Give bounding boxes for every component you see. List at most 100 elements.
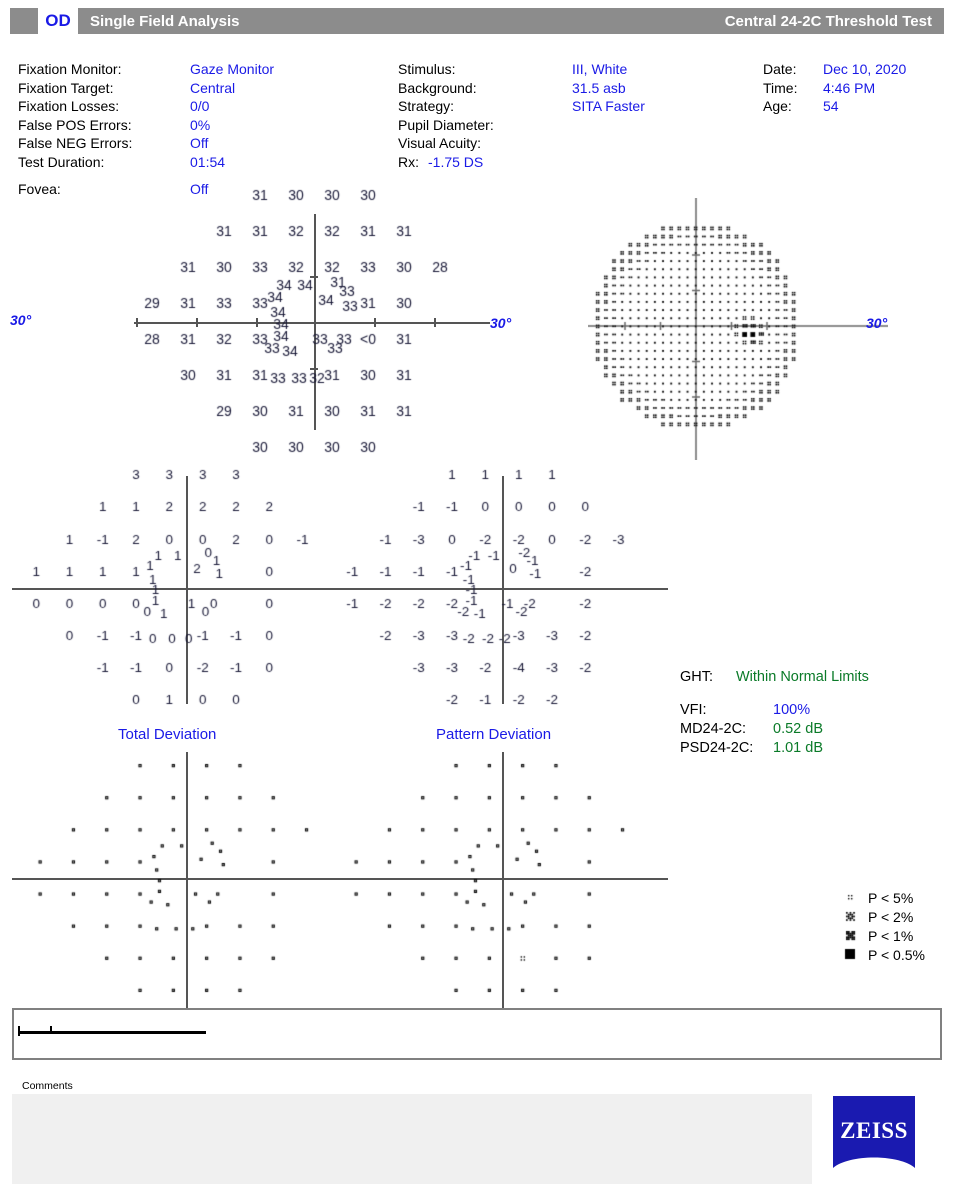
param-value: 01:54 [190,153,226,170]
gaze-trace-line [20,1031,206,1034]
legend-row: P < 5% [840,888,954,907]
param-label: Fixation Target: [18,79,114,96]
param-value: 31.5 asb [572,79,626,96]
total-deviation-title: Total Deviation [118,726,217,743]
legend-label: P < 2% [868,908,914,925]
psd-row: PSD24-2C: 1.01 dB [680,739,950,758]
param-label: Test Duration: [18,153,105,170]
pattern-deviation-values-layer [334,456,674,718]
vfi-label: VFI: [680,702,707,718]
param-value: Dec 10, 2020 [823,61,907,77]
param-value: SITA Faster [572,98,645,114]
param-row: Fixation Losses: 0/0 [18,97,398,116]
param-value: 0/0 [190,98,210,114]
psd-value: 1.01 dB [773,740,823,756]
param-value: -1.75 DS [428,153,484,170]
svg-text:ZEISS: ZEISS [840,1118,908,1143]
ght-label: GHT: [680,669,714,685]
titlebar: Single Field Analysis Central 24-2C Thre… [78,8,944,34]
param-label: Visual Acuity: [398,135,482,151]
param-row: Pupil Diameter: [398,116,738,135]
param-label: Time: [763,79,798,96]
grayscale-map: 30° 30° [490,198,888,460]
grayscale-canvas [588,198,888,460]
vfi-value: 100% [773,702,811,718]
threshold-numeric-plot: 30° [10,188,500,468]
titlebar-left-swatch [10,8,38,34]
eye-label: OD [45,11,71,30]
param-row: Stimulus: III, White [398,60,738,79]
p2-symbol-icon [840,909,860,924]
param-value: III, White [572,61,628,77]
global-indices: GHT: Within Normal Limits VFI: 100% MD24… [680,668,950,758]
pattern-deviation-numeric-plot [334,456,674,720]
param-value: Gaze Monitor [190,61,275,77]
param-value: 54 [823,98,839,114]
test-params-middle: Stimulus: III, White Background: 31.5 as… [398,60,738,171]
zeiss-logo-svg: ZEISS [833,1096,915,1168]
zeiss-logo: ZEISS [833,1096,915,1182]
param-row: Fixation Monitor: Gaze Monitor [18,60,398,79]
total-deviation-probability-plot [12,752,342,1010]
param-label: Stimulus: [398,61,456,77]
param-label: Fixation Losses: [18,98,120,114]
p05-symbol-icon [840,947,860,962]
param-label: Pupil Diameter: [398,116,494,133]
ght-value: Within Normal Limits [736,669,869,685]
param-label: Strategy: [398,98,455,114]
param-row: False POS Errors: 0% [18,116,398,135]
grayscale-axis-label-right: 30° [866,315,888,331]
test-params-right: Date: Dec 10, 2020 Time: 4:46 PM Age: 54 [763,60,954,116]
param-value: 4:46 PM [823,79,876,96]
param-label: False NEG Errors: [18,135,133,151]
legend-row: P < 1% [840,926,954,945]
ght-row: GHT: Within Normal Limits [680,668,950,687]
pattern-deviation-title: Pattern Deviation [436,726,552,743]
pdprob-symbols-layer [338,752,668,1010]
psd-label: PSD24-2C: [680,740,754,756]
param-label: Background: [398,79,477,96]
param-row: Date: Dec 10, 2020 [763,60,954,79]
param-row: Visual Acuity: [398,134,738,153]
param-row: Test Duration: 01:54 [18,153,398,172]
threshold-values-layer [100,188,500,468]
param-label: Fixation Monitor: [18,61,122,77]
total-deviation-numeric-plot [8,456,348,720]
md-label: MD24-2C: [680,721,747,737]
p1-symbol-icon [840,928,860,943]
param-row: Time: 4:46 PM [763,79,954,98]
threshold-axis-label-left: 30° [10,312,32,328]
comments-field[interactable] [12,1094,812,1184]
param-label: Rx: [398,153,419,170]
md-value: 0.52 dB [773,721,823,737]
vfi-row: VFI: 100% [680,701,950,720]
probability-legend: P < 5% P < 2% P < 1% P < 0.5% [840,888,954,964]
test-type-title: Central 24-2C Threshold Test [724,12,932,30]
test-params-left: Fixation Monitor: Gaze Monitor Fixation … [18,60,398,199]
tdprob-symbols-layer [12,752,342,1010]
param-row: Strategy: SITA Faster [398,97,738,116]
param-row: False NEG Errors: Off [18,134,398,153]
legend-row: P < 2% [840,907,954,926]
param-row: Background: 31.5 asb [398,79,738,98]
legend-label: P < 1% [868,927,914,944]
param-row: Rx: -1.75 DS [398,153,738,172]
param-label: False POS Errors: [18,116,132,133]
p5-symbol-icon [840,890,860,905]
param-label: Date: [763,61,797,77]
pattern-deviation-probability-plot [338,752,668,1010]
eye-badge: OD [38,8,78,34]
total-deviation-values-layer [8,456,348,718]
param-row: Age: 54 [763,97,954,116]
md-row: MD24-2C: 0.52 dB [680,720,950,739]
param-value: 0% [190,116,211,133]
legend-label: P < 5% [868,889,914,906]
report-title: Single Field Analysis [90,12,240,30]
legend-label: P < 0.5% [868,946,925,963]
param-row: Fixation Target: Central [18,79,398,98]
param-value: Central [190,79,236,96]
comments-label: Comments [22,1080,73,1092]
param-value: Off [190,135,209,151]
legend-row: P < 0.5% [840,945,954,964]
param-label: Age: [763,98,792,114]
